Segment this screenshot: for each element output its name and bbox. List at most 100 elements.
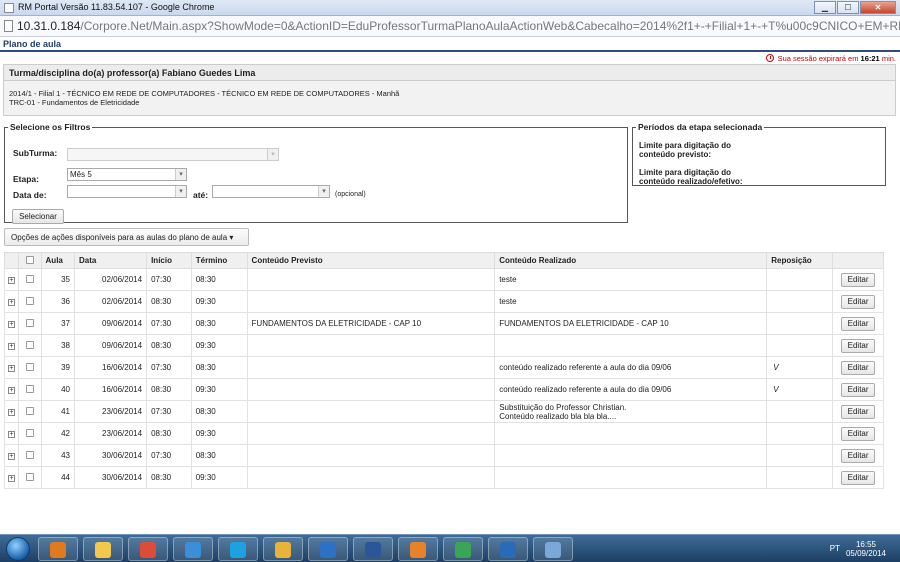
expand-icon[interactable]: + bbox=[8, 387, 16, 394]
taskbar-app-button[interactable] bbox=[533, 537, 573, 561]
row-checkbox[interactable] bbox=[25, 296, 34, 305]
header-termino[interactable]: Término bbox=[190, 252, 248, 269]
header-inicio[interactable]: Início bbox=[146, 252, 192, 269]
edit-button[interactable]: Editar bbox=[841, 382, 876, 397]
start-button[interactable] bbox=[6, 537, 30, 561]
taskbar-app-button[interactable] bbox=[173, 537, 213, 561]
expand-icon[interactable]: + bbox=[8, 321, 16, 328]
row-checkbox[interactable] bbox=[25, 274, 34, 283]
page-title: Plano de aula bbox=[3, 39, 62, 49]
taskbar-app-button[interactable] bbox=[398, 537, 438, 561]
clock-icon bbox=[765, 54, 774, 62]
taskbar-app-button[interactable] bbox=[308, 537, 348, 561]
reposicao-cell bbox=[766, 334, 834, 357]
close-button[interactable]: ✕ bbox=[860, 1, 896, 14]
edit-button[interactable]: Editar bbox=[841, 404, 876, 419]
expand-icon[interactable]: + bbox=[8, 453, 16, 460]
edit-button[interactable]: Editar bbox=[841, 426, 876, 441]
expand-icon[interactable]: + bbox=[8, 409, 16, 416]
taskbar-app-button[interactable] bbox=[443, 537, 483, 561]
edit-button[interactable]: Editar bbox=[841, 272, 876, 287]
header-data[interactable]: Data bbox=[74, 252, 148, 269]
row-checkbox[interactable] bbox=[25, 450, 34, 459]
inicio-cell: 08:30 bbox=[146, 466, 192, 489]
expand-column-header bbox=[3, 252, 20, 269]
expand-row-cell: + bbox=[3, 466, 20, 489]
termino-cell: 09:30 bbox=[190, 466, 248, 489]
taskbar-app-button[interactable] bbox=[83, 537, 123, 561]
expand-row-cell: + bbox=[3, 334, 20, 357]
expand-icon[interactable]: + bbox=[8, 299, 16, 306]
data-cell: 09/06/2014 bbox=[74, 334, 148, 357]
window-title: RM Portal Versão 11.83.54.107 - Google C… bbox=[18, 2, 215, 12]
taskbar-app-button[interactable] bbox=[263, 537, 303, 561]
expand-row-cell: + bbox=[3, 378, 20, 401]
explorer-icon bbox=[95, 542, 111, 558]
expand-row-cell: + bbox=[3, 422, 20, 445]
edit-cell: Editar bbox=[832, 400, 884, 423]
address-bar[interactable]: 10.31.0.184/Corpore.Net/Main.aspx?ShowMo… bbox=[0, 16, 900, 37]
row-checkbox[interactable] bbox=[25, 362, 34, 371]
row-checkbox[interactable] bbox=[25, 406, 34, 415]
taskbar-app-button[interactable] bbox=[488, 537, 528, 561]
inicio-cell: 07:30 bbox=[146, 400, 192, 423]
selecionar-button[interactable]: Selecionar bbox=[12, 209, 64, 224]
previsto-cell bbox=[246, 422, 496, 445]
taskbar-app-button[interactable] bbox=[218, 537, 258, 561]
session-unit: min. bbox=[881, 54, 896, 63]
taskbar-app-button[interactable] bbox=[38, 537, 78, 561]
header-conteudo-previsto[interactable]: Conteúdo Previsto bbox=[246, 252, 496, 269]
row-checkbox[interactable] bbox=[25, 384, 34, 393]
reposicao-cell bbox=[766, 422, 834, 445]
select-all-checkbox[interactable] bbox=[25, 255, 34, 264]
ate-select[interactable]: ▾ bbox=[212, 185, 330, 198]
expand-icon[interactable]: + bbox=[8, 343, 16, 350]
row-checkbox[interactable] bbox=[25, 318, 34, 327]
minimize-button[interactable]: ▁ bbox=[814, 1, 836, 14]
edit-button[interactable]: Editar bbox=[841, 360, 876, 375]
ate-label: até: bbox=[193, 190, 209, 200]
etapa-value: Mês 5 bbox=[70, 170, 92, 179]
termino-cell: 09:30 bbox=[190, 290, 248, 313]
actions-dropdown-button[interactable]: Opções de ações disponíveis para as aula… bbox=[4, 228, 249, 246]
etapa-select[interactable]: Mês 5 ▾ bbox=[67, 168, 187, 181]
edit-cell: Editar bbox=[832, 422, 884, 445]
taskbar-app-button[interactable] bbox=[128, 537, 168, 561]
expand-icon[interactable]: + bbox=[8, 277, 16, 284]
row-checkbox[interactable] bbox=[25, 472, 34, 481]
expand-icon[interactable]: + bbox=[8, 431, 16, 438]
outlook-icon bbox=[50, 542, 66, 558]
data-de-select[interactable]: ▾ bbox=[67, 185, 187, 198]
header-reposicao[interactable]: Reposição bbox=[766, 252, 834, 269]
termino-cell: 09:30 bbox=[190, 334, 248, 357]
taskbar-app-button[interactable] bbox=[353, 537, 393, 561]
inicio-cell: 08:30 bbox=[146, 378, 192, 401]
row-checkbox[interactable] bbox=[25, 428, 34, 437]
filters-legend: Selecione os Filtros bbox=[10, 122, 91, 132]
taskbar-clock[interactable]: 16:55 05/09/2014 bbox=[846, 540, 886, 558]
data-cell: 23/06/2014 bbox=[74, 422, 148, 445]
header-conteudo-realizado[interactable]: Conteúdo Realizado bbox=[494, 252, 768, 269]
row-checkbox[interactable] bbox=[25, 340, 34, 349]
header-aula[interactable]: Aula bbox=[40, 252, 76, 269]
realizado-text-2: Conteúdo realizado bla bla bla.... bbox=[499, 411, 617, 421]
url-text[interactable]: 10.31.0.184/Corpore.Net/Main.aspx?ShowMo… bbox=[17, 19, 900, 33]
edit-button[interactable]: Editar bbox=[841, 470, 876, 485]
reposicao-cell bbox=[766, 268, 834, 291]
expand-row-cell: + bbox=[3, 356, 20, 379]
inicio-cell: 07:30 bbox=[146, 444, 192, 467]
edit-button[interactable]: Editar bbox=[841, 294, 876, 309]
expand-icon[interactable]: + bbox=[8, 475, 16, 482]
maximize-button[interactable]: ☐ bbox=[837, 1, 859, 14]
aula-cell: 39 bbox=[40, 356, 76, 379]
expand-icon[interactable]: + bbox=[8, 365, 16, 372]
turma-line-2: TRC-01 - Fundamentos de Eletricidade bbox=[9, 98, 140, 107]
language-indicator[interactable]: PT bbox=[830, 544, 840, 553]
inicio-cell: 08:30 bbox=[146, 422, 192, 445]
edit-button[interactable]: Editar bbox=[841, 316, 876, 331]
reposicao-cell: V bbox=[766, 356, 834, 379]
edit-button[interactable]: Editar bbox=[841, 338, 876, 353]
edit-button[interactable]: Editar bbox=[841, 448, 876, 463]
subturma-select[interactable]: ▾ bbox=[67, 148, 279, 161]
opcional-note: (opcional) bbox=[335, 191, 366, 198]
